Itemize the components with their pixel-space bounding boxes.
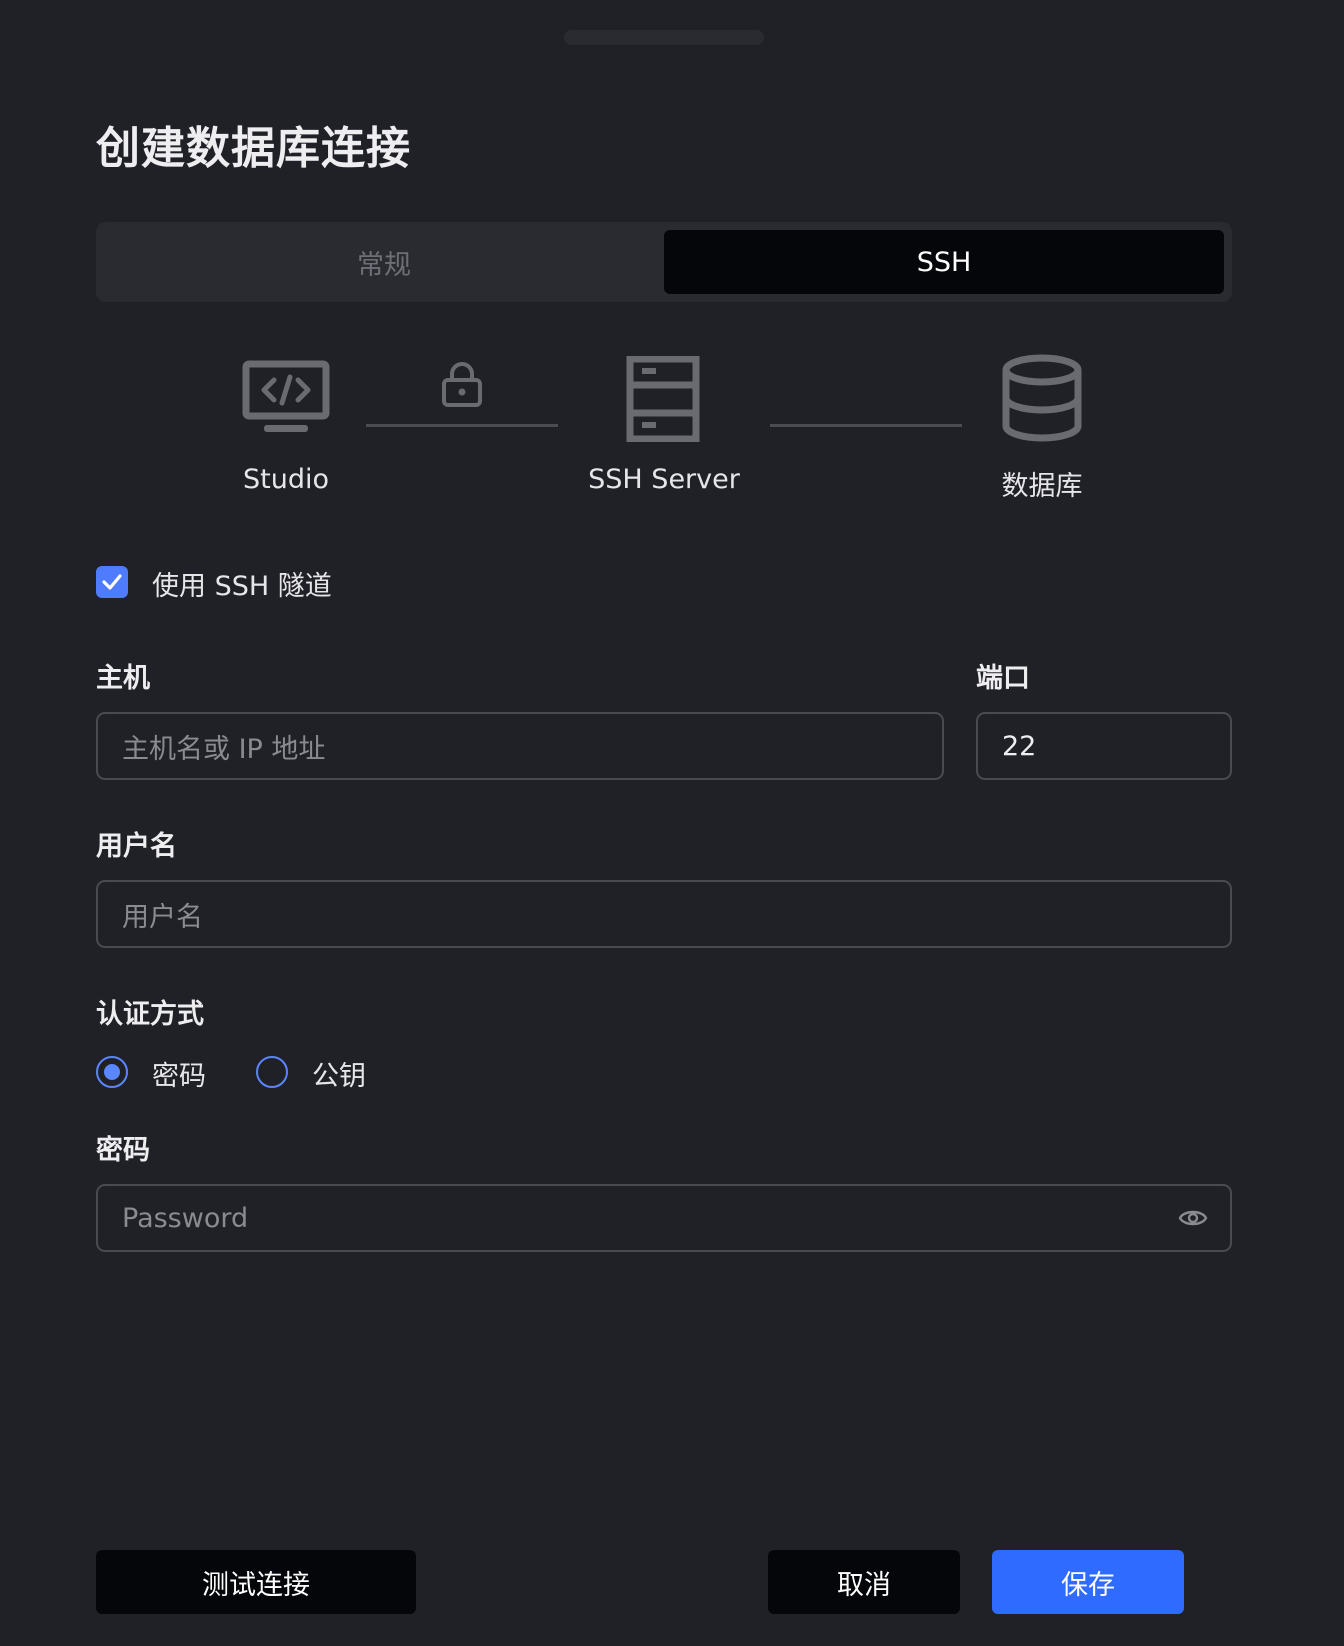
node-label-ssh-server: SSH Server (588, 464, 740, 495)
username-label: 用户名 (96, 831, 177, 862)
segmented-tabs: 常规 SSH (96, 222, 1232, 302)
auth-method-label: 认证方式 (96, 999, 204, 1030)
password-label: 密码 (96, 1135, 150, 1166)
username-input[interactable]: 用户名 (96, 880, 1232, 948)
test-connection-button[interactable]: 测试连接 (96, 1550, 416, 1614)
node-label-studio: Studio (243, 464, 329, 495)
lock-icon (442, 362, 482, 407)
cancel-button[interactable]: 取消 (768, 1550, 960, 1614)
eye-icon[interactable] (1178, 1206, 1208, 1230)
ssh-tunnel-checkbox[interactable] (96, 566, 128, 598)
auth-radio-public-key-label[interactable]: 公钥 (312, 1054, 366, 1093)
host-input[interactable]: 主机名或 IP 地址 (96, 712, 944, 780)
dialog-title: 创建数据库连接 (96, 123, 411, 174)
link-line-left (366, 424, 558, 427)
code-monitor-icon (242, 360, 330, 432)
ssh-tunnel-label[interactable]: 使用 SSH 隧道 (152, 564, 332, 603)
auth-radio-password[interactable] (96, 1056, 128, 1088)
port-label: 端口 (976, 663, 1030, 694)
node-label-database: 数据库 (1001, 471, 1083, 502)
auth-radio-public-key[interactable] (256, 1056, 288, 1088)
port-input[interactable]: 22 (976, 712, 1232, 780)
auth-radio-password-label[interactable]: 密码 (152, 1054, 206, 1093)
check-icon (102, 574, 122, 590)
tab-ssh[interactable]: SSH (664, 230, 1224, 294)
password-placeholder: Password (122, 1202, 249, 1234)
tab-general[interactable]: 常规 (104, 230, 664, 294)
server-icon (626, 356, 700, 442)
sheet-grab-handle[interactable] (564, 30, 764, 45)
link-line-right (770, 424, 962, 427)
host-label: 主机 (96, 663, 150, 694)
password-input[interactable]: Password (96, 1184, 1232, 1252)
save-button[interactable]: 保存 (992, 1550, 1184, 1614)
database-icon (1002, 354, 1082, 442)
